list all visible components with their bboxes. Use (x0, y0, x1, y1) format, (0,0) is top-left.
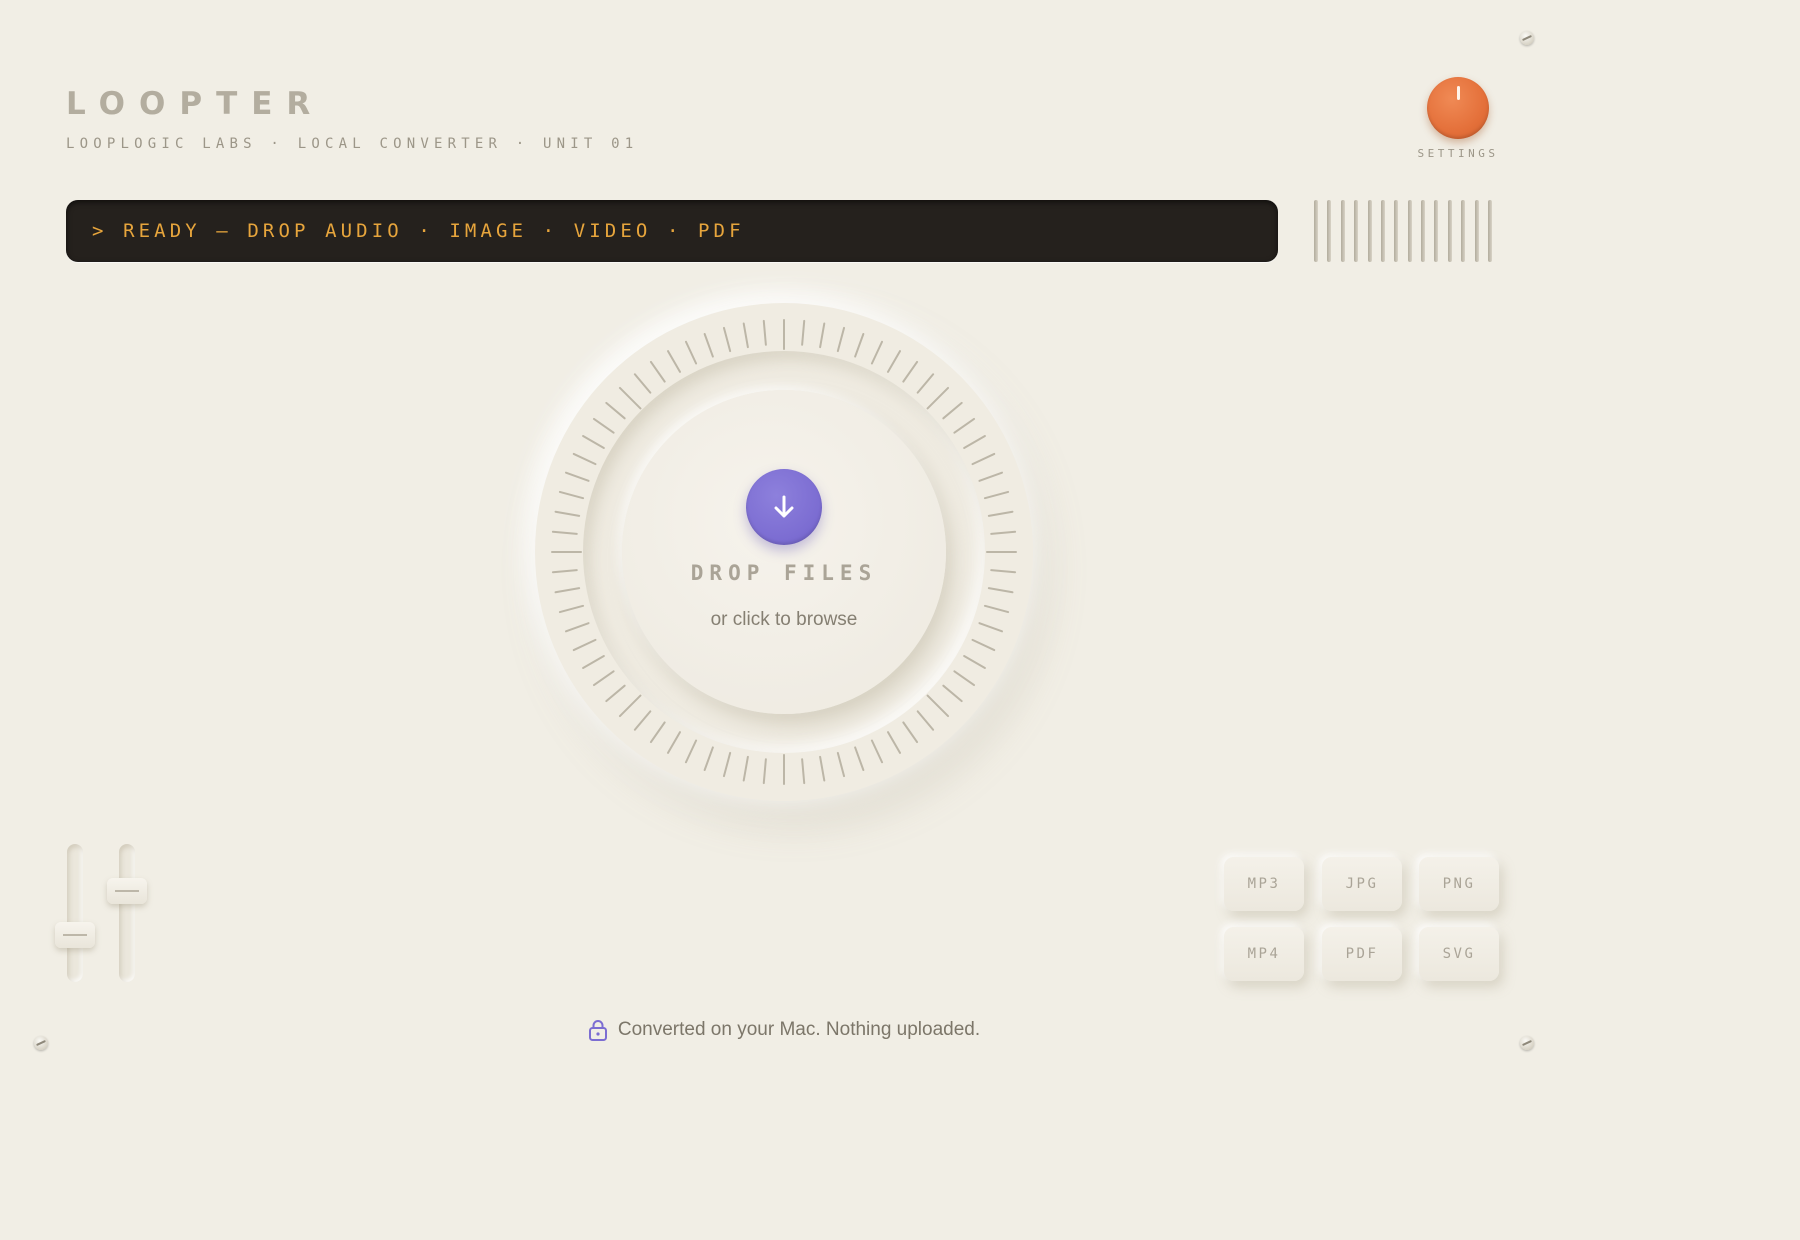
dial-tick (572, 452, 597, 466)
dial-tick (870, 340, 884, 365)
dial-tick (953, 417, 976, 434)
lock-icon (588, 1020, 607, 1041)
dial-tick (870, 739, 884, 764)
format-mp3-button[interactable]: MP3 (1224, 857, 1304, 911)
dial-tick (722, 326, 732, 353)
dial-tick (987, 510, 1014, 517)
dial-tick (942, 684, 963, 703)
dial-tick (971, 452, 996, 466)
privacy-note: Converted on your Mac. Nothing uploaded. (0, 1019, 1568, 1041)
dial-tick (983, 604, 1010, 614)
dial-tick (633, 373, 652, 394)
dial-tick (684, 739, 698, 764)
drop-zone[interactable] (622, 390, 946, 714)
dial-tick (854, 332, 865, 358)
dial-tick (592, 670, 615, 687)
dial-tick (926, 386, 950, 410)
dial-tick (703, 332, 714, 358)
status-text: > READY — DROP AUDIO · IMAGE · VIDEO · P… (92, 220, 745, 242)
dial-tick (963, 655, 986, 669)
browse-button[interactable] (746, 469, 822, 545)
dial-tick (703, 746, 714, 772)
dial-tick (605, 684, 626, 703)
dial-tick (978, 471, 1004, 482)
dial-tick (558, 490, 585, 500)
dial-tick (902, 360, 919, 383)
format-mp4-button[interactable]: MP4 (1224, 927, 1304, 981)
dial-tick (953, 670, 976, 687)
dial-tick (592, 417, 615, 434)
dial-tick (564, 622, 590, 633)
arrow-down-icon (774, 495, 794, 518)
dial-tick (983, 490, 1010, 500)
dial-tick (801, 319, 806, 346)
drop-title: DROP FILES (690, 561, 878, 585)
dial-tick (572, 638, 597, 652)
dial-tick (978, 622, 1004, 633)
speaker-grille (1306, 200, 1500, 262)
dial-tick (742, 322, 749, 349)
dial-tick (554, 587, 581, 594)
dial-tick (722, 751, 732, 778)
fader-track-right (119, 844, 135, 982)
dial-tick (649, 360, 666, 383)
fader-knob-right[interactable] (107, 877, 147, 904)
dial-tick (990, 569, 1017, 574)
dial-tick (854, 746, 865, 772)
dial-tick (887, 731, 901, 754)
screw-top-right (1520, 31, 1534, 45)
dial-tick (819, 755, 826, 782)
dial-tick (558, 604, 585, 614)
dial-tick (971, 638, 996, 652)
settings-label: SETTINGS (1417, 147, 1499, 160)
dial-tick (684, 340, 698, 365)
dial-tick (801, 758, 806, 785)
dial-tick (551, 569, 578, 574)
format-jpg-button[interactable]: JPG (1322, 857, 1402, 911)
dial-tick (618, 694, 642, 718)
privacy-text: Converted on your Mac. Nothing uploaded. (617, 1019, 981, 1040)
fader-track-left (67, 844, 83, 982)
dial-tick (887, 350, 901, 373)
dial-tick (902, 721, 919, 744)
dial-tick (836, 751, 846, 778)
format-svg-button[interactable]: SVG (1419, 927, 1499, 981)
format-png-button[interactable]: PNG (1419, 857, 1499, 911)
browse-link[interactable]: or click to browse (634, 609, 934, 631)
app-subtitle: LOOPLOGIC LABS · LOCAL CONVERTER · UNIT … (66, 136, 639, 152)
dial-tick (942, 401, 963, 420)
dial-tick (582, 655, 605, 669)
dial-tick (762, 758, 767, 785)
dial-tick (987, 587, 1014, 594)
dial-tick (819, 322, 826, 349)
dial-tick (916, 373, 935, 394)
dial-tick (649, 721, 666, 744)
settings-knob[interactable] (1427, 77, 1489, 139)
fader-knob-left[interactable] (55, 922, 95, 949)
dial-tick (762, 319, 767, 346)
dial-tick (916, 710, 935, 731)
dial-tick (963, 435, 986, 449)
app-title: LOOPTER (66, 86, 325, 122)
dial-tick (551, 530, 578, 535)
dial-tick (605, 401, 626, 420)
dial-tick (582, 435, 605, 449)
dial-tick (836, 326, 846, 353)
dial-tick (667, 350, 681, 373)
dial-tick (564, 471, 590, 482)
dial-tick (618, 386, 642, 410)
dial-tick (633, 710, 652, 731)
knob-indicator (1457, 86, 1460, 100)
dial-tick (667, 731, 681, 754)
status-display: > READY — DROP AUDIO · IMAGE · VIDEO · P… (66, 200, 1278, 262)
format-pdf-button[interactable]: PDF (1322, 927, 1402, 981)
dial-tick (990, 530, 1017, 535)
dial-tick (554, 510, 581, 517)
dial-tick (742, 755, 749, 782)
dial-tick (926, 694, 950, 718)
